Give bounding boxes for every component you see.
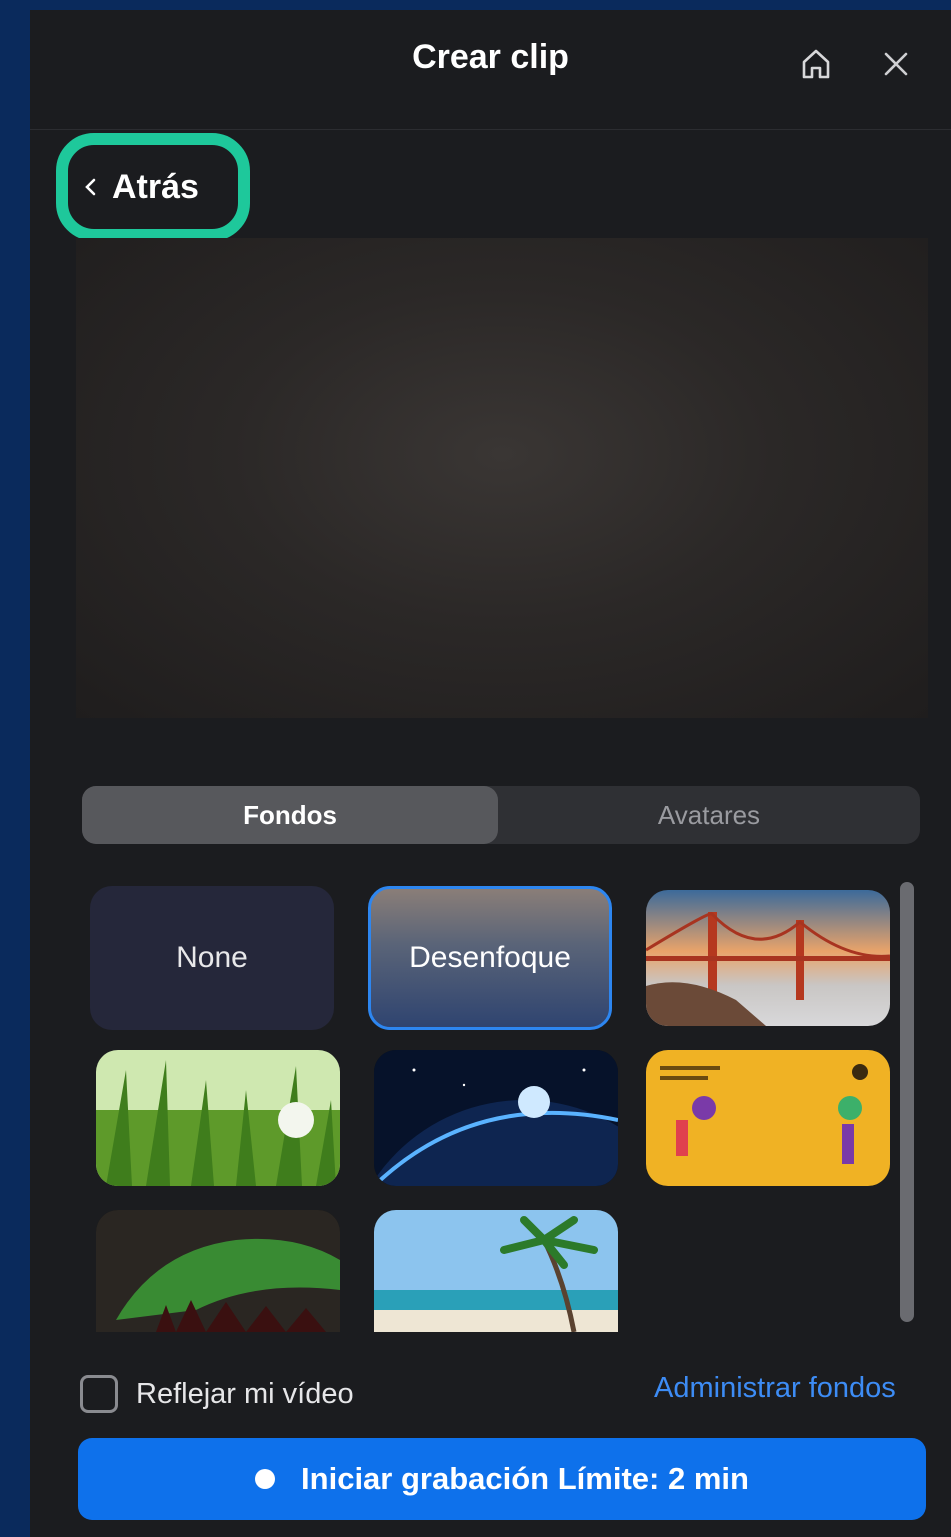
back-label: Atrás (112, 167, 199, 206)
close-icon[interactable] (878, 44, 914, 84)
background-blur[interactable]: Desenfoque (368, 886, 612, 1030)
mirror-video-label: Reflejar mi vídeo (136, 1377, 354, 1410)
home-icon[interactable] (796, 44, 836, 84)
tab-avatares[interactable]: Avatares (498, 786, 920, 844)
record-dot-icon (255, 1469, 276, 1489)
tab-fondos[interactable]: Fondos (82, 786, 498, 844)
backgrounds-scrollbar[interactable] (898, 882, 916, 1332)
back-button[interactable]: Atrás (82, 162, 199, 212)
mirror-video-option[interactable]: Reflejar mi vídeo (80, 1372, 354, 1416)
mirror-video-checkbox[interactable] (80, 1375, 118, 1413)
background-earth[interactable] (374, 1050, 618, 1186)
background-aurora[interactable] (96, 1210, 340, 1332)
background-tabs: Fondos Avatares (82, 786, 920, 844)
start-recording-label: Iniciar grabación Límite: 2 min (301, 1461, 749, 1496)
manage-backgrounds-link[interactable]: Administrar fondos (654, 1372, 896, 1405)
scrollbar-thumb[interactable] (900, 882, 914, 1322)
start-recording-button[interactable]: Iniciar grabación Límite: 2 min (78, 1438, 926, 1520)
title-bar: Crear clip (30, 10, 951, 130)
create-clip-window: Crear clip Atrás Fondos Avatares None De… (30, 10, 951, 1537)
background-grass[interactable] (96, 1050, 340, 1186)
background-none[interactable]: None (90, 886, 334, 1030)
background-beach[interactable] (374, 1210, 618, 1332)
background-golden-gate[interactable] (646, 890, 890, 1026)
background-yellow-illustration[interactable] (646, 1050, 890, 1186)
chevron-left-icon (85, 178, 96, 196)
camera-preview (76, 238, 928, 718)
